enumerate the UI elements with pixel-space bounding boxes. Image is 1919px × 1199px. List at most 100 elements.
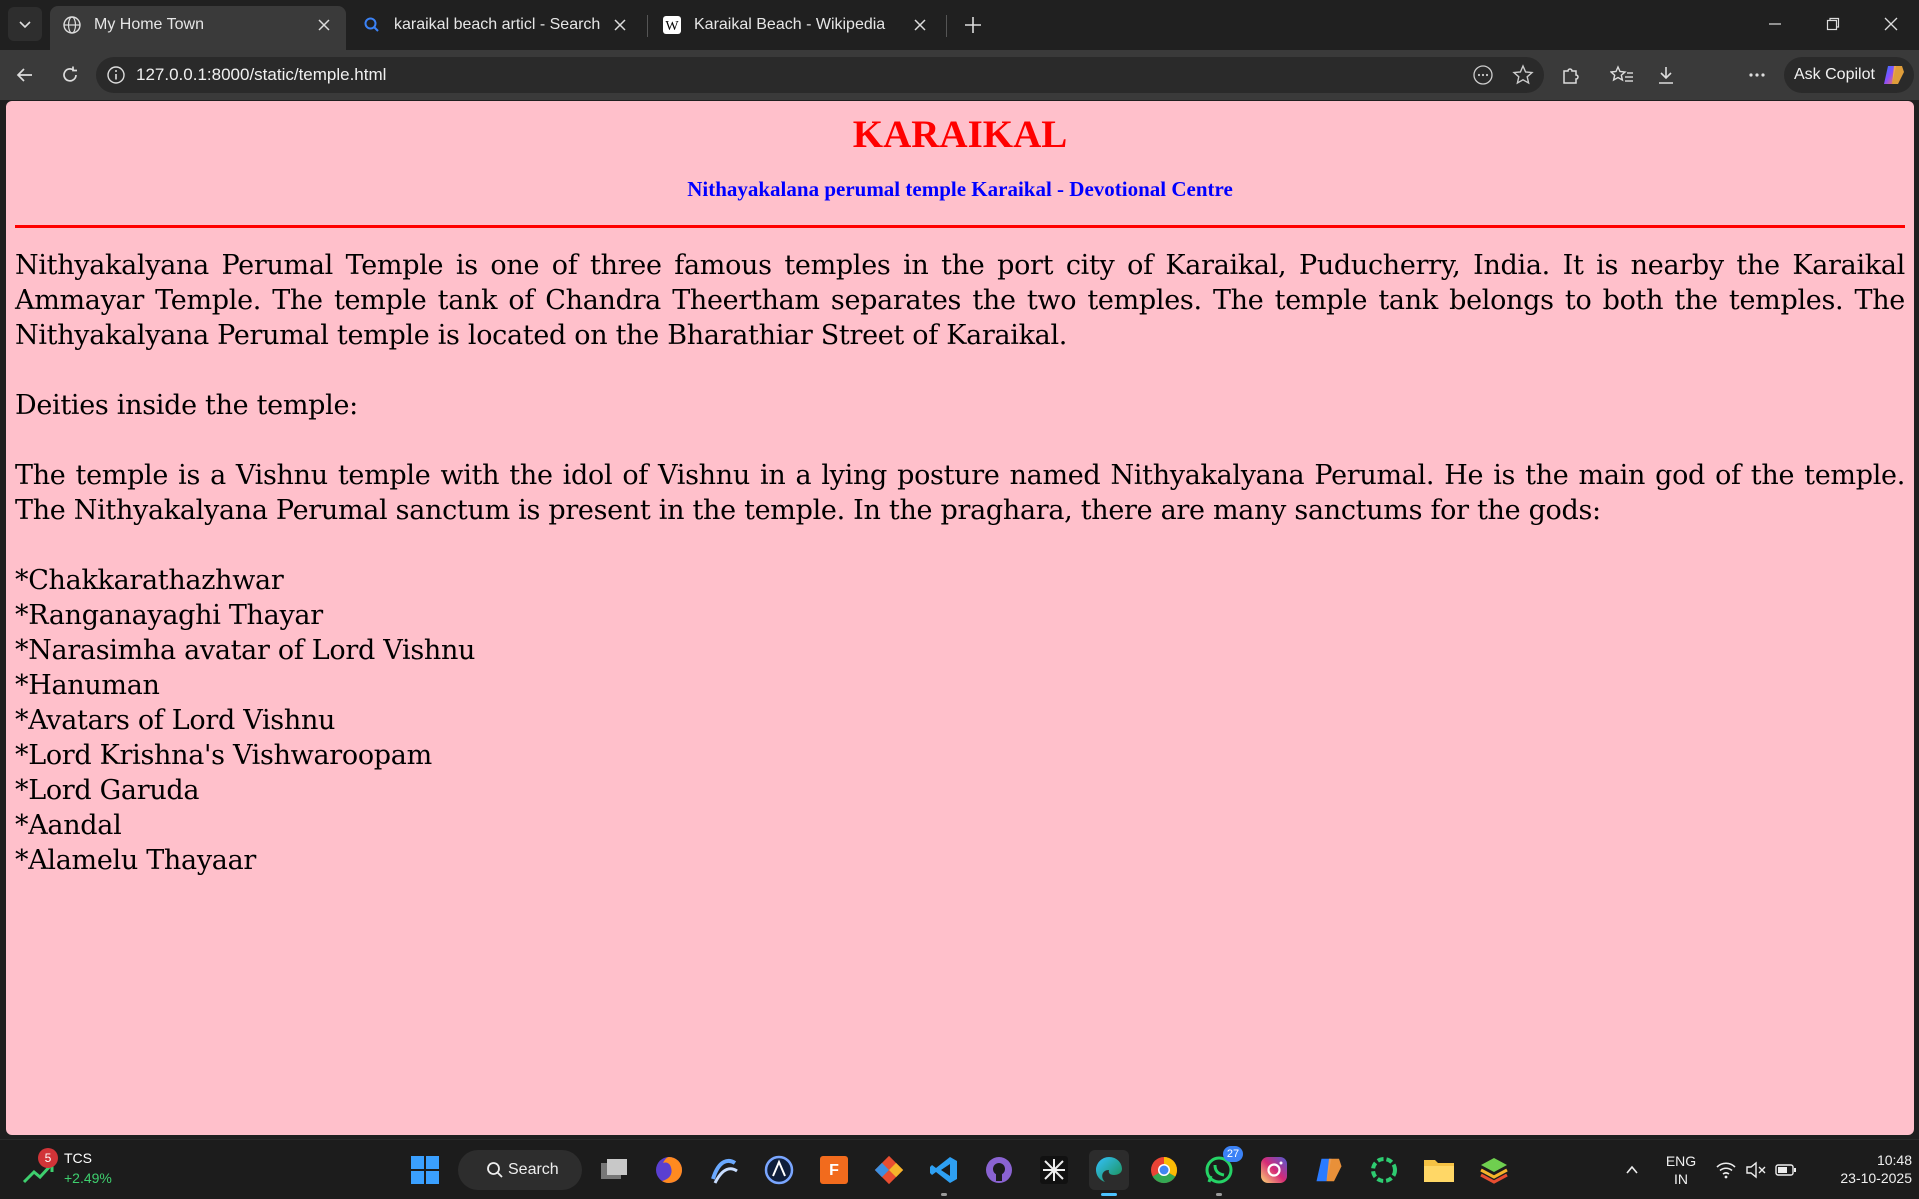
copilot-label: Ask Copilot [1794,66,1875,83]
close-icon[interactable] [610,15,630,35]
plus-icon [965,17,981,33]
settings-more-button[interactable] [1742,60,1772,90]
restore-icon [1826,17,1840,31]
tab-actions-menu-button[interactable] [8,7,42,41]
page-viewport: KARAIKAL Nithayakalana perumal temple Ka… [6,101,1914,1135]
quick-settings-button[interactable] [1708,1150,1804,1190]
git-icon [874,1155,904,1185]
ellipsis-icon [1749,73,1765,77]
taskbar-app-stack[interactable] [1474,1150,1514,1190]
page-title: KARAIKAL [852,113,1068,156]
favorite-star-icon[interactable] [1512,64,1534,86]
copilot-icon [1316,1158,1342,1182]
taskbar-app-ring[interactable] [1364,1150,1404,1190]
close-icon[interactable] [910,15,930,35]
info-icon[interactable] [106,65,126,85]
refresh-icon [63,66,77,82]
start-button[interactable] [405,1150,445,1190]
extensions-button[interactable] [1556,60,1586,90]
circular-app-icon [764,1155,794,1185]
browser-toolbar: 127.0.0.1:8000/static/temple.html [0,50,1919,139]
taskbar-app-vscode[interactable] [924,1150,964,1196]
more-options-icon[interactable] [1472,64,1494,86]
restore-button[interactable] [1804,0,1862,48]
back-arrow-icon [16,68,32,82]
taskbar: 5 TCS +2.49% Search F 27 ENG IN 10:48 23… [0,1139,1919,1199]
folder-icon [1424,1160,1454,1182]
taskbar-app-dev-tool[interactable] [759,1150,799,1190]
taskbar-app-file-explorer[interactable] [1419,1150,1459,1190]
list-item: *Narasimha avatar of Lord Vishnu [15,635,476,666]
firefox-icon [656,1157,683,1184]
page-content: KARAIKAL Nithayakalana perumal temple Ka… [6,109,1914,878]
taskbar-app-tool[interactable] [704,1150,744,1190]
tab-strip: My Home Town karaikal beach articl - Sea… [0,0,1919,50]
tab-separator [946,15,947,37]
tab-wikipedia[interactable]: W Karaikal Beach - Wikipedia [650,6,942,44]
globe-icon [62,15,82,35]
notification-badge: 5 [38,1148,58,1168]
taskbar-app-chrome[interactable] [1144,1150,1184,1190]
taskbar-app-whatsapp[interactable]: 27 [1199,1146,1243,1196]
clock-time: 10:48 [1876,1152,1912,1168]
clock[interactable]: 10:48 23-10-2025 [1812,1151,1912,1187]
wikipedia-icon: W [662,15,682,35]
taskbar-app-edge[interactable] [1089,1150,1129,1196]
clock-date: 23-10-2025 [1840,1170,1912,1186]
taskbar-app-copilot[interactable] [1309,1150,1349,1190]
close-window-button[interactable] [1862,0,1919,48]
stock-change: +2.49% [64,1170,112,1186]
language-code: ENG [1665,1153,1697,1169]
ask-copilot-button[interactable]: Ask Copilot [1784,57,1914,93]
close-icon[interactable] [314,15,334,35]
language-indicator[interactable]: ENG IN [1663,1152,1699,1188]
wifi-icon [1716,1162,1736,1179]
downloads-button[interactable] [1651,60,1681,90]
page-subtitle: Nithayakalana perumal temple Karaikal - … [687,177,1233,201]
running-indicator [941,1193,947,1196]
taskbar-app-firefox[interactable] [649,1150,689,1190]
taskbar-app-instagram[interactable] [1254,1150,1294,1190]
list-item: *Lord Garuda [15,775,200,806]
edge-icon [1096,1157,1122,1182]
url-text: 127.0.0.1:8000/static/temple.html [136,65,387,84]
region-code: IN [1674,1171,1688,1187]
search-icon [487,1162,503,1178]
tab-title: karaikal beach articl - Search [394,16,601,33]
battery-icon [1775,1164,1796,1176]
tab-my-home-town[interactable]: My Home Town [50,6,346,50]
taskbar-app-pattern[interactable] [1034,1150,1074,1190]
description-paragraph: The temple is a Vishnu temple with the i… [15,460,1905,526]
pattern-app-icon [1040,1156,1068,1184]
taskbar-search[interactable]: Search [458,1150,582,1190]
tab-search[interactable]: karaikal beach articl - Search [350,6,642,44]
task-view-button[interactable] [594,1150,634,1190]
deities-heading: Deities inside the temple: [15,390,358,421]
whatsapp-badge: 27 [1223,1146,1243,1162]
search-label: Search [508,1161,559,1178]
puzzle-icon [1563,68,1579,84]
green-ring-icon [1371,1157,1397,1183]
taskbar-app-fusion[interactable]: F [814,1150,854,1190]
refresh-button[interactable] [55,60,85,90]
tab-title: Karaikal Beach - Wikipedia [694,16,886,33]
copilot-icon [1884,66,1904,84]
list-item: *Avatars of Lord Vishnu [15,705,336,736]
favorites-button[interactable] [1607,60,1637,90]
taskbar-app-git[interactable] [869,1150,909,1190]
stock-widget[interactable]: 5 TCS +2.49% [20,1148,130,1192]
chevron-up-icon [1626,1165,1638,1174]
address-bar[interactable]: 127.0.0.1:8000/static/temple.html [96,57,1544,93]
show-hidden-icons-button[interactable] [1612,1150,1652,1190]
minimize-button[interactable] [1746,0,1804,48]
tab-title: My Home Town [94,16,204,33]
layers-app-icon [1480,1158,1508,1184]
svg-text:W: W [665,19,679,34]
taskbar-app-github[interactable] [979,1150,1019,1190]
new-tab-button[interactable] [958,10,988,40]
horizontal-rule [15,225,1905,228]
favorites-list-icon [1610,65,1633,82]
close-icon [1884,17,1898,31]
download-icon [1659,67,1673,84]
back-button[interactable] [10,60,40,90]
